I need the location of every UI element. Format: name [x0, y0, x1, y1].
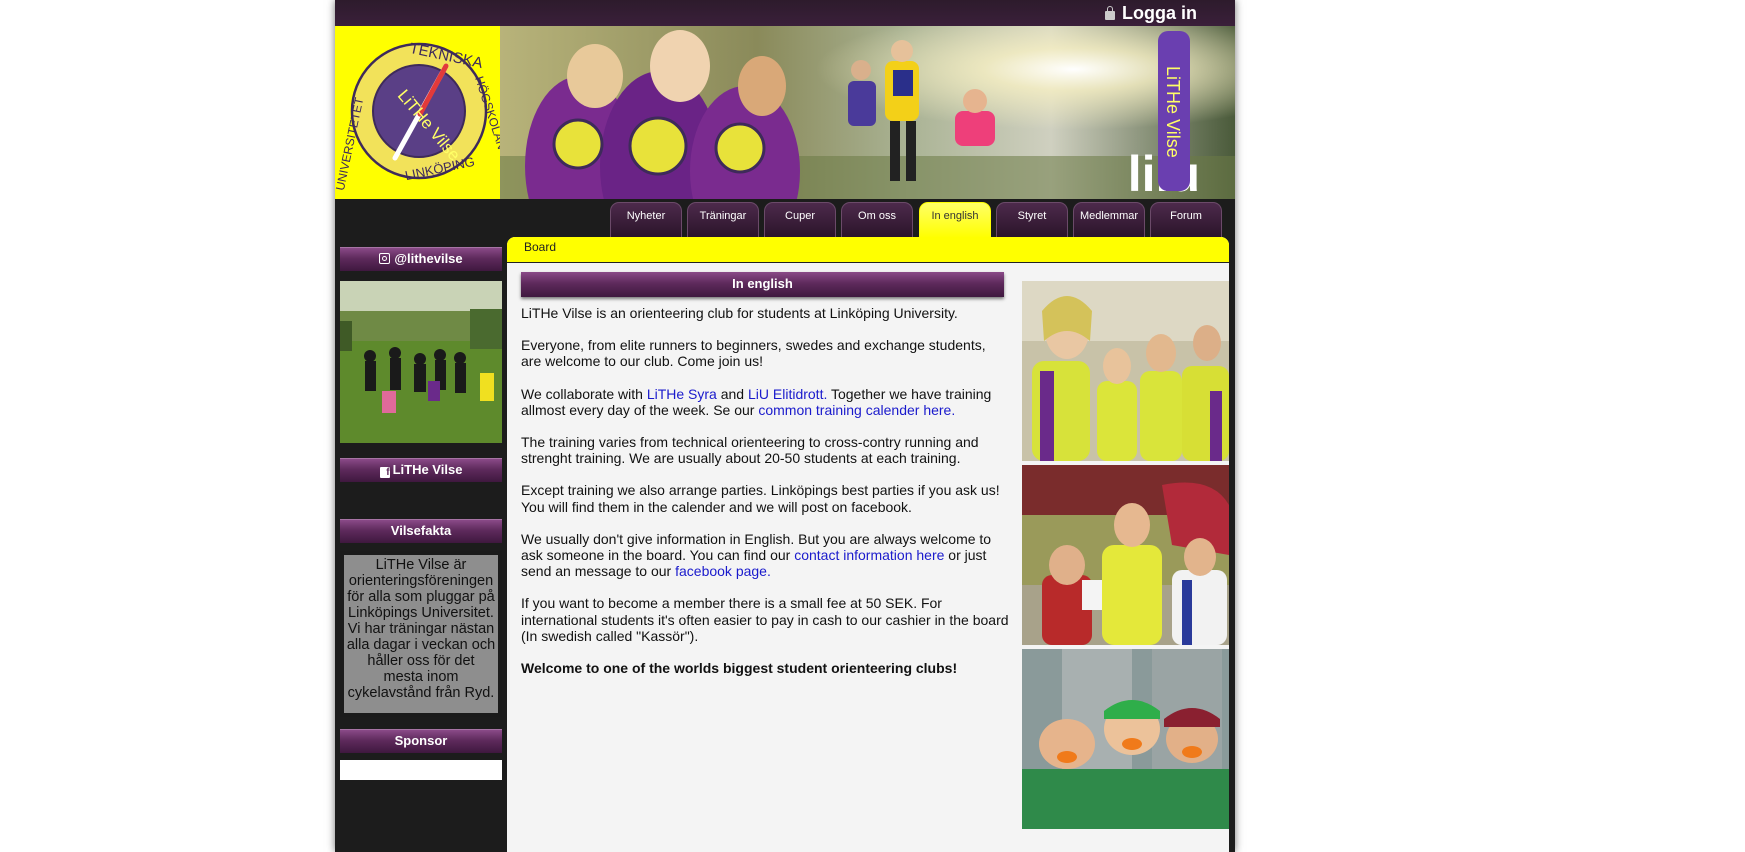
nav-tab-traningar[interactable]: Träningar	[687, 202, 759, 237]
facebook-title: LiTHe Vilse	[392, 462, 463, 477]
top-bar: Logga in	[335, 0, 1235, 26]
instagram-heading[interactable]: @lithevilse	[340, 247, 502, 271]
instagram-title: @lithevilse	[394, 251, 463, 266]
banner-flag-text: LiTHe Vilse	[1163, 66, 1183, 158]
sponsor-heading: Sponsor	[340, 729, 502, 753]
link-training-calender[interactable]: common training calender here.	[758, 402, 955, 418]
photo-runners-portrait	[1022, 281, 1229, 461]
vilsefakta-heading: Vilsefakta	[340, 519, 502, 543]
paragraph-closing: Welcome to one of the worlds biggest stu…	[521, 660, 958, 677]
photo-party	[1022, 649, 1229, 829]
link-liu-elitidrott[interactable]: LiU Elitidrott.	[748, 386, 827, 402]
login-link[interactable]: Logga in	[1105, 3, 1197, 24]
lock-icon	[1105, 6, 1115, 20]
paragraph-collaborate: We collaborate with LiTHe Syra and LiU E…	[521, 386, 1009, 418]
facebook-icon: f	[379, 467, 390, 478]
breadcrumb: Board	[507, 237, 1229, 263]
photo-runners-map	[1022, 465, 1229, 645]
nav-tab-cuper[interactable]: Cuper	[764, 202, 836, 237]
club-logo[interactable]: TEKNISKA HÖGSKOLAN LINKÖPING UNIVERSITET…	[335, 26, 505, 199]
page-wrapper: Logga in TEKNISKA HÖGSKOLAN LINKÖPING UN…	[335, 0, 1235, 852]
page-title: In english	[521, 272, 1004, 297]
paragraph-membership: If you want to become a member there is …	[521, 595, 1009, 644]
nav-tab-nyheter[interactable]: Nyheter	[610, 202, 682, 237]
link-contact-information[interactable]: contact information here	[794, 547, 944, 563]
text-fragment: We collaborate with	[521, 385, 647, 402]
nav-tab-in-english[interactable]: In english	[919, 202, 991, 238]
paragraph-contact: We usually don't give information in Eng…	[521, 531, 1009, 580]
vilsefakta-text: LiTHe Vilse är orienteringsföreningen fö…	[344, 555, 498, 713]
paragraph-parties: Except training we also arrange parties.…	[521, 482, 1000, 515]
facebook-heading[interactable]: f LiTHe Vilse	[340, 458, 502, 482]
link-lithe-syra[interactable]: LiTHe Syra	[647, 386, 717, 402]
paragraph-welcome: Everyone, from elite runners to beginner…	[521, 337, 986, 370]
breadcrumb-board[interactable]: Board	[524, 240, 556, 254]
paragraph-intro: LiTHe Vilse is an orienteering club for …	[521, 305, 958, 321]
text-fragment: and	[716, 385, 748, 402]
login-label: Logga in	[1122, 3, 1197, 23]
header-banner: TEKNISKA HÖGSKOLAN LINKÖPING UNIVERSITET…	[335, 26, 1235, 199]
article-body: LiTHe Vilse is an orienteering club for …	[521, 305, 1009, 692]
nav-tab-om-oss[interactable]: Om oss	[841, 202, 913, 237]
paragraph-training: The training varies from technical orien…	[521, 434, 979, 467]
banner-photo: li.u LiTHe Vilse	[500, 26, 1235, 199]
instagram-icon	[379, 253, 391, 264]
nav-tab-medlemmar[interactable]: Medlemmar	[1073, 202, 1145, 237]
link-facebook-page[interactable]: facebook page.	[675, 563, 771, 579]
sponsor-area[interactable]	[340, 760, 502, 780]
vilsefakta-box: LiTHe Vilse är orienteringsföreningen fö…	[340, 551, 502, 717]
main-navigation: Nyheter Träningar Cuper Om oss In englis…	[335, 199, 1235, 238]
instagram-photo[interactable]	[340, 281, 502, 443]
nav-tab-styret[interactable]: Styret	[996, 202, 1068, 237]
nav-tab-forum[interactable]: Forum	[1150, 202, 1222, 237]
main-content: Board In english LiTHe Vilse is an orien…	[507, 237, 1229, 852]
